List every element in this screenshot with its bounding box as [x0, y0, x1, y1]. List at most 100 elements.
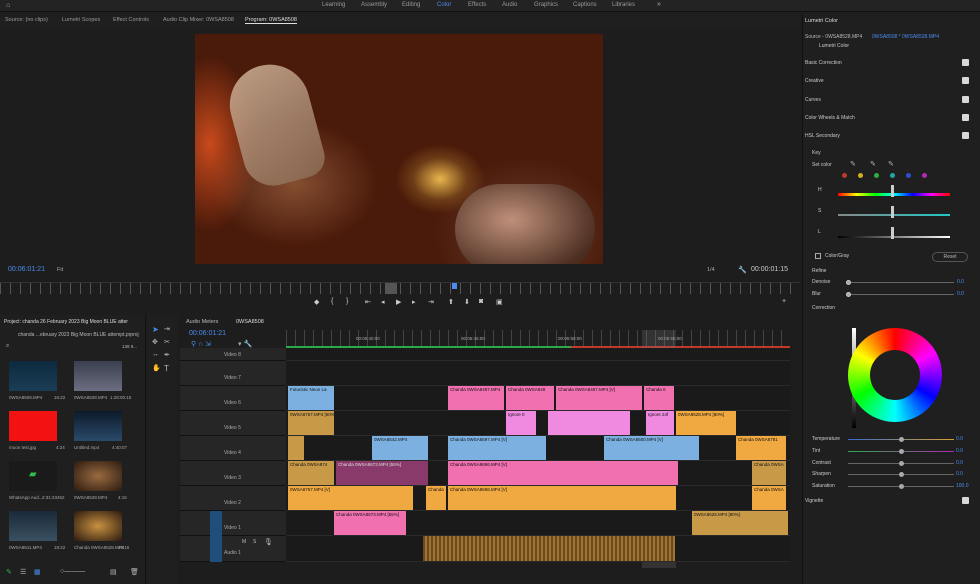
extract-icon[interactable]: ⬇ — [464, 298, 470, 306]
track-header-a1[interactable]: M S 🎙 Audio 1 — [180, 536, 286, 562]
clip[interactable]: 0WSA8528.MP4 [80%] — [692, 511, 788, 535]
clip[interactable]: Chanda 0WSA849 — [506, 386, 554, 410]
clip[interactable]: Futuristic Neon La — [288, 386, 334, 410]
key-label[interactable]: Key — [812, 150, 821, 156]
correction-label[interactable]: Correction — [812, 305, 835, 311]
clip[interactable]: Chanda 0WSA8497.MP4 [V] — [556, 386, 642, 410]
project-item-thumb[interactable] — [74, 361, 122, 391]
mark-out-icon[interactable]: } — [346, 298, 348, 305]
play-icon[interactable]: ▶ — [396, 298, 401, 306]
section-creative[interactable]: Creative — [805, 78, 824, 84]
snap-icon[interactable]: ⚲ ∩ ⇲ — [191, 340, 211, 348]
track-lane-v6[interactable]: Futuristic Neon La Chanda 0WSA8497.MP4 C… — [286, 386, 790, 411]
clip[interactable]: 0WSA8767.MP4 [V] — [288, 486, 413, 510]
go-to-out-icon[interactable]: ⇥ — [428, 298, 434, 306]
clip[interactable]: Ignore 0 — [506, 411, 536, 435]
color-swatch[interactable] — [874, 173, 879, 178]
track-lane-v8[interactable] — [286, 348, 790, 361]
go-to-in-icon[interactable]: ⇤ — [365, 298, 371, 306]
blur-slider[interactable] — [848, 294, 954, 295]
track-lane-v5[interactable]: 0WSA8767.MP4 [60%] Ignore 0 Ignore 24f 0… — [286, 411, 790, 436]
lumetri-title[interactable]: Lumetri Color — [805, 18, 838, 24]
checkbox-color-wheels[interactable] — [962, 114, 969, 121]
denoise-knob[interactable] — [846, 280, 851, 285]
blur-knob[interactable] — [846, 292, 851, 297]
track-select-icon[interactable]: ⇥ — [164, 325, 170, 333]
track-lane-v1[interactable]: Chanda 0WSA8673.MP4 [55%] 0WSA8528.MP4 [… — [286, 511, 790, 536]
source-patch-a1[interactable] — [210, 536, 222, 562]
color-swatch[interactable] — [922, 173, 927, 178]
tab-effect-controls[interactable]: Effect Controls — [113, 17, 149, 23]
more-workspaces-icon[interactable]: » — [657, 1, 661, 8]
slider-knob[interactable] — [899, 460, 904, 466]
denoise-value[interactable]: 0.0 — [957, 279, 964, 285]
checkbox-vignette[interactable] — [962, 497, 969, 504]
track-header-v6[interactable]: Video 6 — [180, 386, 286, 411]
program-timecode[interactable]: 00:06:01:21 — [8, 266, 45, 273]
clip[interactable]: Chanda 0WSA8673.MP4 [55%] — [334, 511, 406, 535]
playback-quality[interactable]: 1/4 — [707, 267, 715, 273]
track-header-v1[interactable]: Video 1 — [180, 511, 286, 536]
color-swatch[interactable] — [890, 173, 895, 178]
list-view-icon[interactable]: ☰ — [20, 568, 26, 576]
fit-dropdown[interactable]: Fit — [57, 267, 63, 273]
mute-button[interactable]: M — [242, 539, 246, 545]
razor-tool-icon[interactable]: ✂ — [164, 338, 170, 346]
track-header-v2[interactable]: Video 2 — [180, 486, 286, 511]
timeline-timecode[interactable]: 00:06:01:21 — [189, 330, 226, 337]
saturation-range-slider[interactable] — [838, 214, 950, 216]
workspace-graphics[interactable]: Graphics — [534, 2, 558, 8]
checkbox-creative[interactable] — [962, 77, 969, 84]
add-button-icon[interactable]: + — [782, 298, 786, 305]
slider-value[interactable]: 0.0 — [956, 471, 963, 477]
tab-audio-meters[interactable]: Audio Meters — [186, 319, 218, 325]
track-header-v7[interactable]: Video 7 — [180, 361, 286, 386]
workspace-color[interactable]: Color — [437, 2, 451, 8]
workspace-assembly[interactable]: Assembly — [361, 2, 387, 8]
clip[interactable]: Chanda 0 — [644, 386, 674, 410]
project-item-thumb[interactable] — [9, 361, 57, 391]
pencil-icon[interactable]: ✎ — [6, 568, 12, 576]
source-patch-v1[interactable] — [210, 511, 222, 536]
track-lane-a1[interactable] — [286, 536, 790, 562]
project-item-thumb[interactable] — [74, 411, 122, 441]
tab-program[interactable]: Program: 0WSA8508 — [245, 17, 297, 24]
section-hsl-secondary[interactable]: HSL Secondary — [805, 133, 840, 139]
clip-unlabeled[interactable] — [288, 436, 304, 460]
clip[interactable]: Chanda 0WSA8696.MP4 [V] — [448, 486, 676, 510]
track-lane-v7[interactable] — [286, 361, 790, 386]
step-forward-icon[interactable]: ▸ — [412, 298, 416, 306]
comparison-icon[interactable]: ▣ — [496, 298, 503, 306]
saturation-range-handle[interactable] — [891, 206, 894, 218]
program-monitor-frame[interactable] — [195, 34, 603, 264]
mic-icon[interactable]: 🎙 — [264, 538, 273, 546]
tab-lumetri-scopes[interactable]: Lumetri Scopes — [62, 17, 100, 23]
workspace-captions[interactable]: Captions — [573, 2, 597, 8]
eyedropper-icon[interactable]: ✎ — [850, 160, 856, 168]
trash-icon[interactable]: 🗑 — [130, 568, 139, 576]
selection-tool-icon[interactable]: ➤ — [152, 325, 159, 334]
denoise-slider[interactable] — [848, 282, 954, 283]
track-header-v4[interactable]: Video 4 — [180, 436, 286, 461]
blur-value[interactable]: 0.0 — [957, 291, 964, 297]
slider-value[interactable]: 0.0 — [956, 436, 963, 442]
refine-label[interactable]: Refine — [812, 268, 826, 274]
clip[interactable]: Chanda — [426, 486, 446, 510]
slider-value[interactable]: 0.0 — [956, 448, 963, 454]
slider-knob[interactable] — [899, 437, 904, 442]
step-back-icon[interactable]: ◂ — [381, 298, 385, 306]
workspace-learning[interactable]: Learning — [322, 2, 345, 8]
home-icon[interactable]: ⌂ — [6, 2, 10, 9]
checkbox-basic-correction[interactable] — [962, 59, 969, 66]
lumetri-sequence[interactable]: 0WSA8508 * 0WSA8528.MP4 — [872, 34, 939, 40]
solo-button[interactable]: S — [253, 539, 256, 545]
ripple-edit-icon[interactable]: ✥ — [152, 338, 158, 346]
track-lane-v4[interactable]: 0WSA8542.MP4 Chanda 0WSA8697.MP4 [V] Cha… — [286, 436, 790, 461]
clip[interactable]: Chanda 0WSA — [752, 486, 786, 510]
eyedropper-subtract-icon[interactable]: ✎ — [888, 160, 894, 168]
section-curves[interactable]: Curves — [805, 97, 821, 103]
track-lane-v3[interactable]: Chanda 0WSA874 Chanda 0WSA8673.MP4 [55%]… — [286, 461, 790, 486]
clip[interactable]: Chanda 0WSA8600.MP4 [V] — [604, 436, 699, 460]
workspace-effects[interactable]: Effects — [468, 2, 486, 8]
slider-knob[interactable] — [899, 448, 904, 454]
